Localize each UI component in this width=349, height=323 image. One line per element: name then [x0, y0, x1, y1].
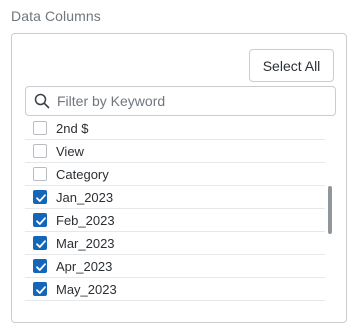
checkbox[interactable] — [33, 121, 47, 135]
checkbox[interactable] — [33, 259, 47, 273]
column-row-mar-2023[interactable]: Mar_2023 — [25, 232, 325, 255]
column-label: Jan_2023 — [56, 189, 114, 205]
check-icon — [36, 194, 46, 202]
select-all-button[interactable]: Select All — [249, 49, 334, 82]
checkbox[interactable] — [33, 282, 47, 296]
section-title: Data Columns — [11, 8, 101, 24]
column-row-category[interactable]: Category — [25, 163, 325, 186]
checkbox[interactable] — [33, 144, 47, 158]
column-label: Apr_2023 — [56, 258, 113, 274]
column-row-feb-2023[interactable]: Feb_2023 — [25, 209, 325, 232]
check-icon — [36, 217, 46, 225]
column-row-2nd[interactable]: 2nd $ — [25, 117, 325, 140]
column-label: Category — [56, 166, 109, 182]
checkbox[interactable] — [33, 167, 47, 181]
search-icon — [34, 93, 50, 109]
column-label: Mar_2023 — [56, 235, 115, 251]
filter-input[interactable] — [57, 87, 327, 115]
column-label: Feb_2023 — [56, 212, 115, 228]
checkbox[interactable] — [33, 213, 47, 227]
check-icon — [36, 240, 46, 248]
column-label: 2nd $ — [56, 120, 89, 136]
column-label: View — [56, 143, 84, 159]
filter-box[interactable] — [25, 86, 336, 116]
checkbox[interactable] — [33, 236, 47, 250]
scrollbar-thumb[interactable] — [328, 186, 332, 234]
column-row-view[interactable]: View — [25, 140, 325, 163]
column-label: May_2023 — [56, 281, 117, 297]
column-row-jan-2023[interactable]: Jan_2023 — [25, 186, 325, 209]
checkbox[interactable] — [33, 190, 47, 204]
data-columns-panel: Select All 2nd $ View Category Jan_2023 — [11, 33, 347, 323]
check-icon — [36, 286, 46, 294]
check-icon — [36, 263, 46, 271]
column-list: 2nd $ View Category Jan_2023 Feb_2023 Ma… — [25, 117, 336, 322]
column-row-apr-2023[interactable]: Apr_2023 — [25, 255, 325, 278]
column-row-may-2023[interactable]: May_2023 — [25, 278, 325, 301]
